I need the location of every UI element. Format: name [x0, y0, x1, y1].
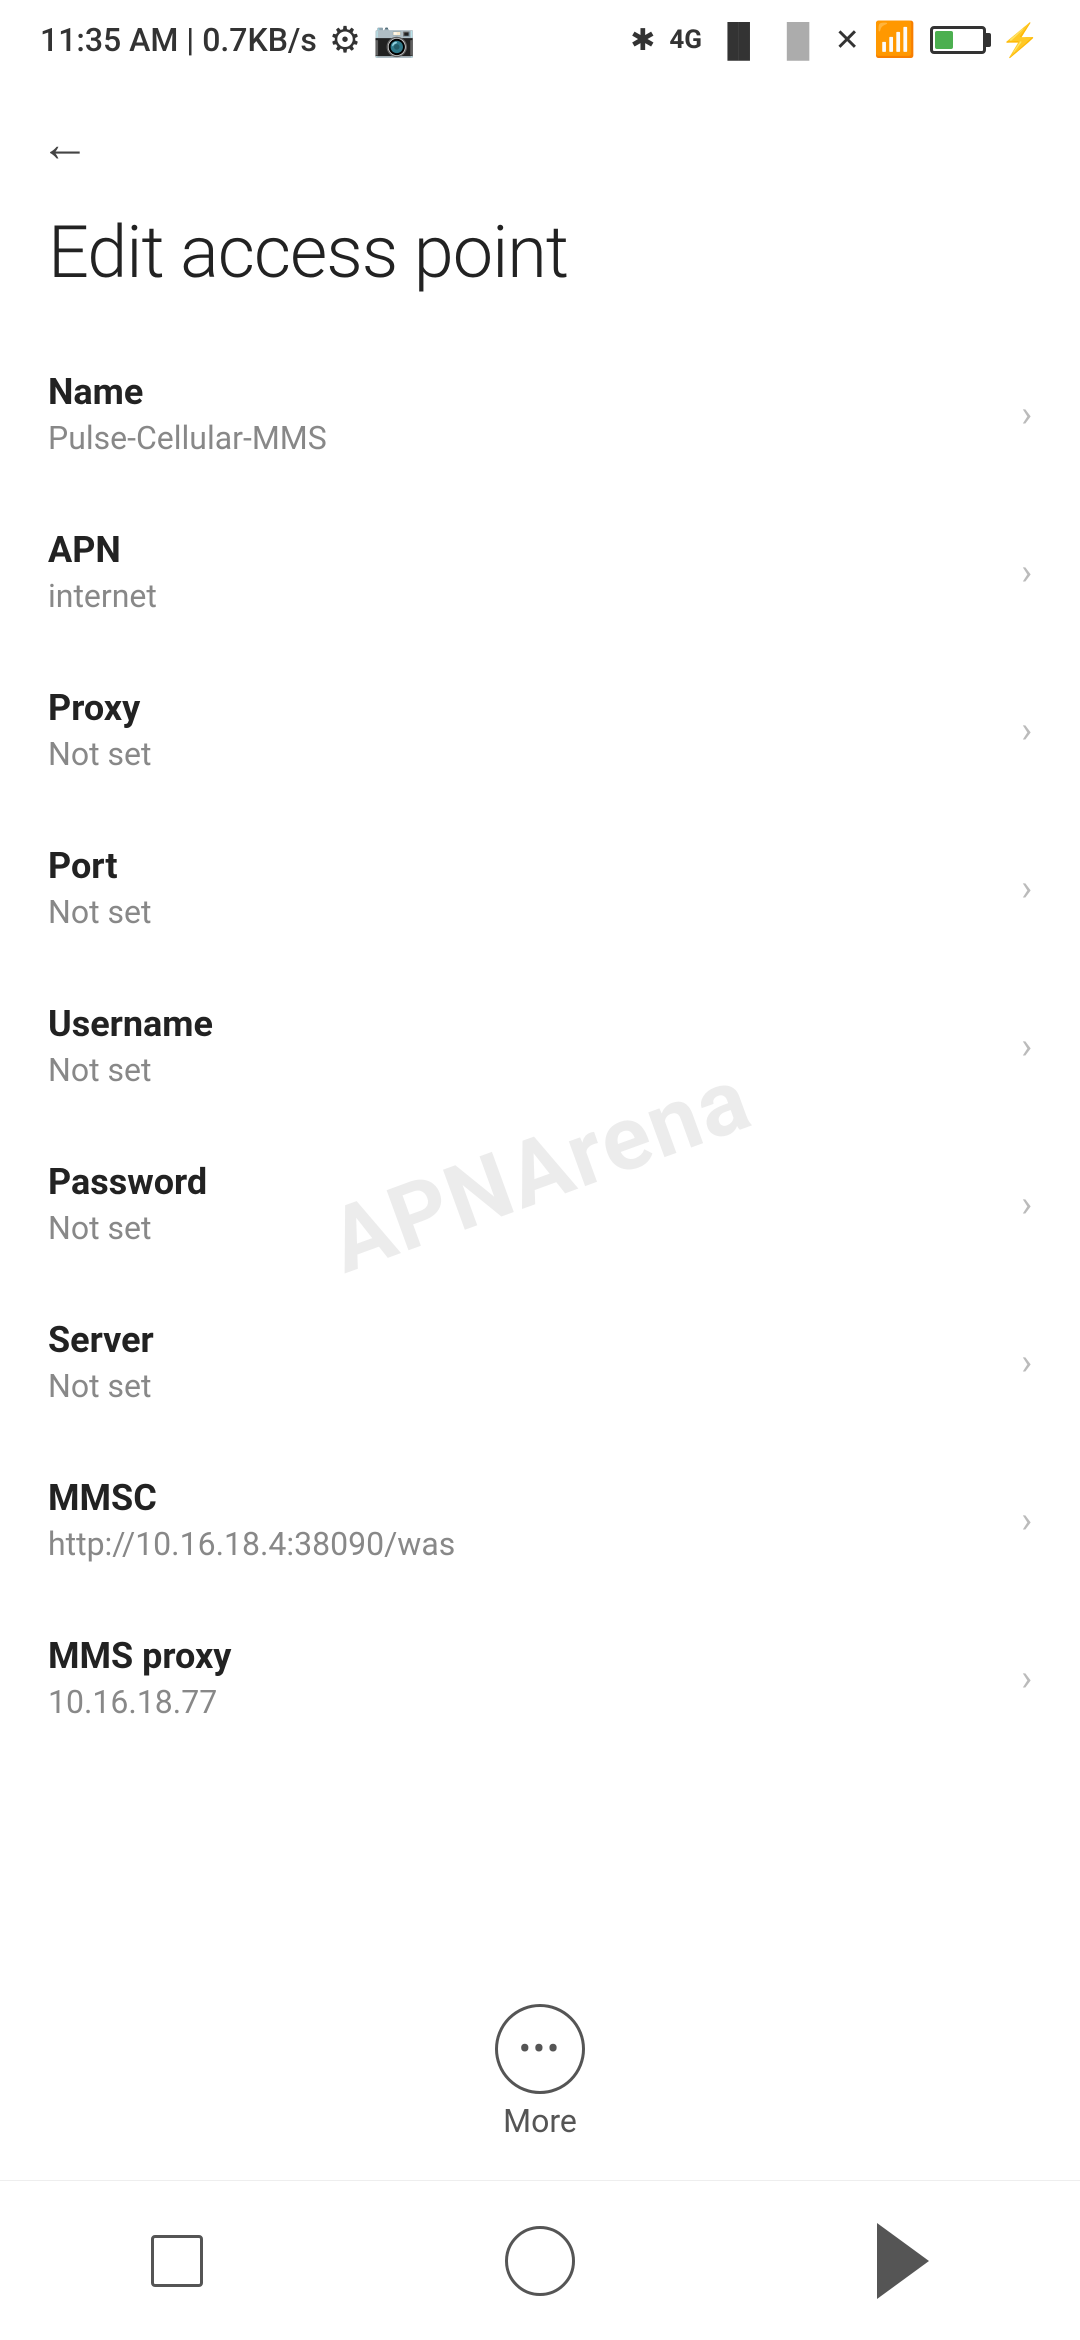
- settings-item-content: MMSC http://10.16.18.4:38090/was: [48, 1477, 455, 1563]
- settings-item-label-8: MMS proxy: [48, 1635, 231, 1677]
- settings-item-apn[interactable]: APN internet ›: [0, 493, 1080, 651]
- network-4g-icon: 4G: [669, 25, 702, 55]
- chevron-right-icon: ›: [1021, 867, 1032, 909]
- battery-indicator: [930, 26, 986, 54]
- nav-bar: [0, 2180, 1080, 2340]
- settings-item-content: Name Pulse-Cellular-MMS: [48, 371, 327, 457]
- signal-bars2-icon: ▐▌: [775, 21, 820, 59]
- settings-item-value-0: Pulse-Cellular-MMS: [48, 419, 327, 457]
- settings-item-value-4: Not set: [48, 1051, 213, 1089]
- settings-icon: ⚙: [329, 19, 361, 61]
- chevron-right-icon: ›: [1021, 1341, 1032, 1383]
- nav-home-button[interactable]: [505, 2226, 575, 2296]
- settings-list: Name Pulse-Cellular-MMS › APN internet ›…: [0, 335, 1080, 1757]
- chevron-right-icon: ›: [1021, 393, 1032, 435]
- more-dots-icon: •••: [519, 2028, 561, 2070]
- wifi-icon: 📶: [874, 20, 916, 60]
- more-circle-icon[interactable]: •••: [495, 2004, 585, 2094]
- settings-item-name[interactable]: Name Pulse-Cellular-MMS ›: [0, 335, 1080, 493]
- settings-item-label-6: Server: [48, 1319, 154, 1361]
- signal-x-icon: ✕: [835, 23, 860, 58]
- battery-fill: [935, 31, 952, 49]
- status-right: ✱ 4G ▐▌ ▐▌ ✕ 📶 ⚡: [630, 20, 1040, 60]
- settings-item-value-5: Not set: [48, 1209, 207, 1247]
- page-title: Edit access point: [0, 190, 1080, 335]
- status-left: 11:35 AM | 0.7KB/s ⚙ 📷: [40, 19, 415, 61]
- chevron-right-icon: ›: [1021, 709, 1032, 751]
- more-label: More: [503, 2102, 577, 2140]
- settings-item-label-2: Proxy: [48, 687, 151, 729]
- nav-recents-button[interactable]: [151, 2235, 203, 2287]
- back-button-container[interactable]: ←: [0, 80, 1080, 190]
- chevron-right-icon: ›: [1021, 1183, 1032, 1225]
- settings-item-label-5: Password: [48, 1161, 207, 1203]
- settings-item-mmsc[interactable]: MMSC http://10.16.18.4:38090/was ›: [0, 1441, 1080, 1599]
- settings-item-label-1: APN: [48, 529, 157, 571]
- settings-item-content: Proxy Not set: [48, 687, 151, 773]
- settings-item-content: Server Not set: [48, 1319, 154, 1405]
- settings-item-value-1: internet: [48, 577, 157, 615]
- settings-item-proxy[interactable]: Proxy Not set ›: [0, 651, 1080, 809]
- settings-item-mms-proxy[interactable]: MMS proxy 10.16.18.77 ›: [0, 1599, 1080, 1757]
- nav-back-button[interactable]: [877, 2223, 929, 2299]
- battery-box: [930, 26, 986, 54]
- settings-item-value-8: 10.16.18.77: [48, 1683, 231, 1721]
- settings-item-content: MMS proxy 10.16.18.77: [48, 1635, 231, 1721]
- more-button[interactable]: ••• More: [495, 2004, 585, 2140]
- charging-icon: ⚡: [1000, 21, 1040, 59]
- chevron-right-icon: ›: [1021, 1025, 1032, 1067]
- chevron-right-icon: ›: [1021, 1657, 1032, 1699]
- signal-bars-icon: ▐▌: [716, 21, 761, 59]
- back-arrow-icon[interactable]: ←: [40, 120, 90, 170]
- settings-item-password[interactable]: Password Not set ›: [0, 1125, 1080, 1283]
- settings-item-port[interactable]: Port Not set ›: [0, 809, 1080, 967]
- time-display: 11:35 AM | 0.7KB/s: [40, 21, 317, 59]
- settings-item-content: APN internet: [48, 529, 157, 615]
- settings-item-value-6: Not set: [48, 1367, 154, 1405]
- settings-item-server[interactable]: Server Not set ›: [0, 1283, 1080, 1441]
- settings-item-content: Port Not set: [48, 845, 151, 931]
- settings-item-value-3: Not set: [48, 893, 151, 931]
- chevron-right-icon: ›: [1021, 551, 1032, 593]
- chevron-right-icon: ›: [1021, 1499, 1032, 1541]
- settings-item-value-7: http://10.16.18.4:38090/was: [48, 1525, 455, 1563]
- status-bar: 11:35 AM | 0.7KB/s ⚙ 📷 ✱ 4G ▐▌ ▐▌ ✕ 📶 ⚡: [0, 0, 1080, 80]
- settings-item-label-3: Port: [48, 845, 151, 887]
- settings-item-label-4: Username: [48, 1003, 213, 1045]
- settings-item-label-7: MMSC: [48, 1477, 455, 1519]
- settings-item-value-2: Not set: [48, 735, 151, 773]
- camera-icon: 📷: [373, 20, 415, 60]
- settings-item-content: Password Not set: [48, 1161, 207, 1247]
- settings-item-label-0: Name: [48, 371, 327, 413]
- settings-item-username[interactable]: Username Not set ›: [0, 967, 1080, 1125]
- bluetooth-icon: ✱: [630, 23, 655, 58]
- settings-item-content: Username Not set: [48, 1003, 213, 1089]
